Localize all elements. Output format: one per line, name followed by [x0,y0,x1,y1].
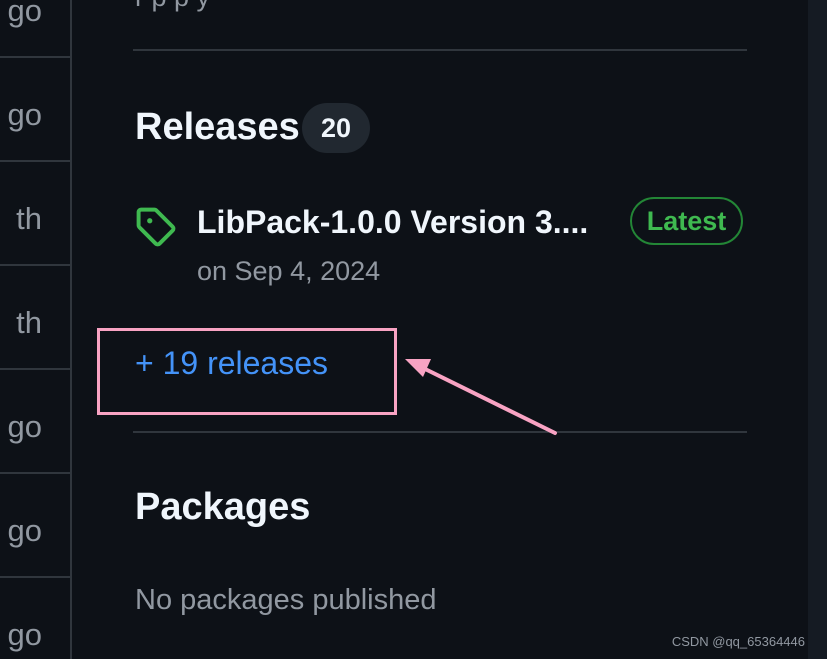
commit-age-text: th [16,305,42,340]
releases-count-badge: 20 [302,103,370,153]
packages-heading[interactable]: Packages [135,488,310,526]
tag-icon [136,207,176,247]
commit-age-text: go [7,617,42,652]
file-list-column: go go th th go go go [0,0,72,659]
commit-age-text: go [7,97,42,132]
release-name-link[interactable]: LibPack-1.0.0 Version 3.... [197,206,588,238]
watermark: CSDN @qq_65364446 [671,634,805,649]
releases-heading[interactable]: Releases [135,108,300,146]
file-row[interactable]: go [0,370,70,474]
file-row[interactable]: go [0,578,70,659]
scrollbar-track[interactable] [808,0,827,659]
annotation-arrow-icon [405,359,557,435]
commit-age-text: go [7,409,42,444]
file-row[interactable]: th [0,266,70,370]
annotation-highlight-box [97,328,397,415]
file-row[interactable]: go [0,58,70,162]
latest-badge: Latest [630,197,743,245]
release-date: on Sep 4, 2024 [197,256,381,286]
commit-age-text: go [7,0,42,28]
about-text-partial: r p p y [135,0,210,13]
file-row[interactable]: th [0,162,70,266]
section-divider [133,49,747,51]
commit-age-text: th [16,201,42,236]
no-packages-text: No packages published [135,584,437,616]
commit-age-text: go [7,513,42,548]
file-row[interactable]: go [0,474,70,578]
file-row[interactable]: go [0,0,70,58]
